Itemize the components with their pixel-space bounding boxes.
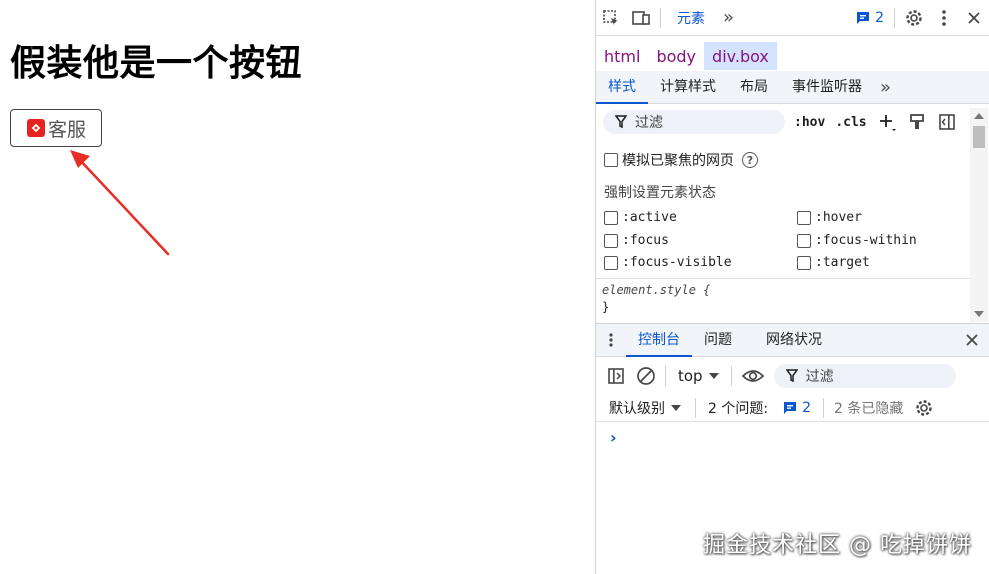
emulate-focus-option[interactable]: 模拟已聚焦的网页 ? [604, 150, 758, 170]
message-icon [857, 11, 870, 24]
element-style-rule[interactable]: element.style { } [602, 282, 710, 316]
inspect-icon[interactable] [596, 0, 626, 36]
element-style-close: } [602, 300, 610, 314]
state-focus-within[interactable]: :focus-within [797, 233, 917, 248]
tab-computed[interactable]: 计算样式 [648, 71, 728, 104]
styles-scrollbar[interactable] [970, 108, 988, 322]
breadcrumb-html[interactable]: html [596, 42, 648, 70]
console-level-bar: 默认级别 2 个问题: 2 2 条已隐藏 [596, 394, 989, 422]
breadcrumb-body[interactable]: body [648, 42, 704, 70]
toolbar-divider [660, 7, 661, 28]
styles-filter-placeholder: 过滤 [635, 115, 663, 131]
settings-icon[interactable] [899, 0, 929, 36]
close-icon[interactable] [959, 0, 989, 36]
issues-counter-label: 2 个问题: [708, 400, 769, 417]
console-filter-placeholder: 过滤 [805, 369, 834, 385]
drawer-close-icon[interactable] [955, 333, 989, 347]
red-arrow-annotation [70, 150, 170, 256]
live-expression-eye-icon[interactable] [736, 361, 770, 391]
tab-elements[interactable]: 元素 [665, 0, 717, 36]
console-sidebar-icon[interactable] [601, 361, 631, 391]
state-checkbox[interactable] [797, 233, 811, 248]
scroll-down-icon[interactable] [974, 311, 984, 317]
state-checkbox[interactable] [604, 233, 618, 248]
hov-button[interactable]: :hov [789, 115, 830, 130]
console-filter-input[interactable]: 过滤 [773, 364, 956, 388]
dropdown-arrow-icon [708, 373, 719, 379]
tab-console[interactable]: 控制台 [626, 324, 692, 357]
scroll-up-icon[interactable] [974, 113, 984, 119]
issues-counter-value: 2 [802, 399, 811, 416]
tab-network-conditions[interactable]: 网络状况 [754, 324, 834, 357]
toolbar-divider [730, 366, 732, 386]
elements-subtabs: 样式 计算样式 布局 事件监听器 » [596, 71, 989, 104]
emulate-focus-label: 模拟已聚焦的网页 [622, 153, 734, 169]
dropdown-arrow-icon [671, 404, 681, 411]
tab-event-listeners[interactable]: 事件监听器 [780, 71, 874, 104]
styles-filter-input[interactable]: 过滤 [603, 110, 785, 134]
state-checkbox[interactable] [604, 255, 618, 270]
more-subtabs-icon[interactable]: » [874, 77, 897, 98]
console-settings-icon[interactable] [909, 394, 939, 422]
state-hover[interactable]: :hover [797, 210, 862, 225]
help-icon[interactable]: ? [742, 152, 758, 168]
state-focus[interactable]: :focus [604, 233, 669, 248]
state-focus-visible[interactable]: :focus-visible [604, 255, 732, 270]
scrollbar-thumb[interactable] [973, 126, 985, 148]
log-level-select[interactable]: 默认级别 [596, 398, 691, 418]
context-select[interactable]: top [670, 367, 727, 385]
styles-filter-bar: 过滤 :hov .cls [596, 108, 989, 136]
drawer-tabs: 控制台 问题 网络状况 [596, 323, 989, 357]
paint-brush-icon[interactable] [902, 108, 932, 136]
console-prompt-icon[interactable]: › [610, 428, 617, 447]
web-page: 假装他是一个按钮 客服 [0, 0, 595, 574]
state-checkbox[interactable] [797, 255, 811, 270]
toolbar-divider [823, 397, 824, 418]
customer-service-label: 客服 [48, 118, 87, 141]
state-checkbox[interactable] [797, 210, 811, 225]
more-tabs-icon[interactable]: » [717, 7, 740, 28]
kebab-icon[interactable] [929, 0, 959, 36]
devtools-panel: 元素 » 2 html body div.box 样式 计算样式 布局 事件监听… [595, 0, 989, 574]
clear-console-icon[interactable] [631, 361, 661, 391]
cls-button[interactable]: .cls [830, 115, 871, 130]
filter-icon [785, 369, 798, 383]
drawer-menu-icon[interactable] [596, 324, 626, 357]
console-toolbar: top 过滤 [596, 361, 989, 391]
page-title: 假装他是一个按钮 [10, 43, 303, 84]
tab-issues[interactable]: 问题 [692, 324, 744, 357]
issues-badge[interactable]: 2 [855, 10, 890, 26]
element-style-selector: element.style { [602, 283, 711, 297]
hidden-messages-count: 2 条已隐藏 [834, 400, 904, 417]
brand-logo-icon [27, 119, 45, 137]
state-target[interactable]: :target [797, 255, 870, 270]
toolbar-divider [894, 7, 895, 28]
tab-styles[interactable]: 样式 [596, 71, 648, 104]
message-icon [784, 401, 797, 414]
toggle-sidebar-icon[interactable] [932, 108, 962, 136]
state-checkbox[interactable] [604, 210, 618, 225]
log-level-value: 默认级别 [609, 400, 665, 417]
emulate-focus-checkbox[interactable] [604, 153, 618, 167]
styles-pane: 模拟已聚焦的网页 ? 强制设置元素状态 :active :hover :focu… [596, 140, 970, 322]
toolbar-divider [695, 397, 696, 418]
watermark: 掘金技术社区 @ 吃掉饼饼 [703, 533, 972, 558]
filter-icon [615, 115, 627, 129]
issues-counter[interactable]: 2 个问题: 2 [700, 398, 819, 418]
breadcrumb: html body div.box [596, 42, 989, 70]
toolbar-divider [665, 366, 666, 386]
state-active[interactable]: :active [604, 210, 677, 225]
context-value: top [678, 367, 703, 385]
force-state-label: 强制设置元素状态 [604, 185, 716, 201]
tab-layout[interactable]: 布局 [728, 71, 780, 104]
devtools-toolbar: 元素 » 2 [596, 0, 989, 36]
breadcrumb-div-box[interactable]: div.box [704, 42, 777, 70]
styles-divider [596, 278, 970, 279]
add-rule-icon[interactable] [872, 108, 902, 136]
device-toggle-icon[interactable] [626, 0, 656, 36]
issues-count: 2 [875, 9, 884, 26]
